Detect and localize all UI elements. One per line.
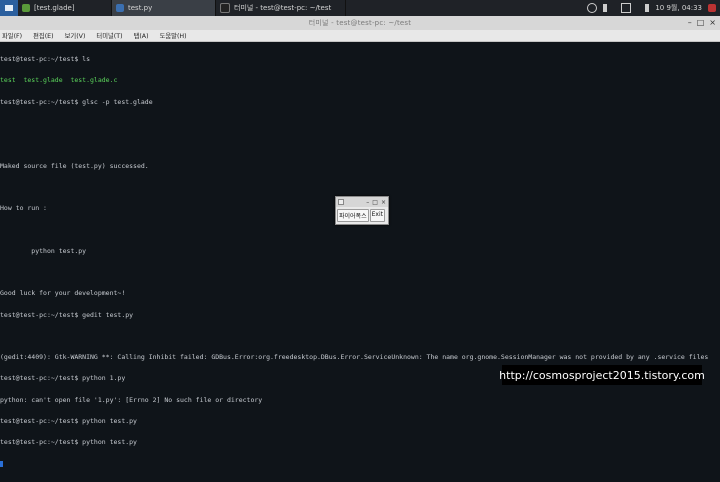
app-icon xyxy=(338,199,344,205)
watermark: http://cosmosproject2015.tistory.com xyxy=(499,365,705,385)
terminal-line: test@test-pc:~/test$ ls xyxy=(0,55,91,64)
battery-icon[interactable] xyxy=(621,3,632,13)
taskbar-item-terminal[interactable]: 터미널 - test@test-pc: ~/test xyxy=(216,0,346,16)
menu-edit[interactable]: 편집(E) xyxy=(33,31,53,40)
terminal-line: (gedit:4409): Gtk-WARNING **: Calling In… xyxy=(0,353,709,362)
applications-menu-button[interactable] xyxy=(0,0,18,16)
window-titlebar[interactable]: 터미널 - test@test-pc: ~/test – □ × xyxy=(0,16,720,30)
firefox-button[interactable]: 파이어폭스 xyxy=(337,209,369,222)
terminal-line: test@test-pc:~/test$ python test.py xyxy=(0,438,137,447)
terminal-cursor-line xyxy=(0,460,720,468)
taskbar-item-glade[interactable]: [test.glade] xyxy=(18,0,112,16)
taskbar-item-label: test.py xyxy=(128,4,153,12)
close-icon[interactable]: × xyxy=(381,199,386,206)
menu-terminal[interactable]: 터미널(T) xyxy=(96,31,122,40)
terminal-line: test@test-pc:~/test$ gedit test.py xyxy=(0,310,134,319)
taskbar-item-editor[interactable]: test.py xyxy=(112,0,216,16)
editor-icon xyxy=(116,4,124,12)
system-tray: 10 9월, 04:33 xyxy=(587,3,720,13)
top-panel: [test.glade] test.py 터미널 - test@test-pc:… xyxy=(0,0,720,17)
taskbar-item-label: 터미널 - test@test-pc: ~/test xyxy=(234,4,332,12)
terminal-line: test test.glade test.glade.c xyxy=(0,76,118,85)
terminal-line: test@test-pc:~/test$ python test.py xyxy=(0,416,137,425)
menu-icon xyxy=(5,5,13,11)
exit-button[interactable]: Exit xyxy=(369,209,385,222)
volume-icon[interactable] xyxy=(637,4,650,12)
network-icon[interactable] xyxy=(603,4,615,12)
terminal-line: python test.py xyxy=(0,246,87,255)
terminal-cursor xyxy=(0,460,3,467)
update-icon[interactable] xyxy=(587,3,598,13)
window-title: 터미널 - test@test-pc: ~/test xyxy=(308,19,412,27)
terminal-icon xyxy=(220,3,230,13)
app-window: – □ × 파이어폭스 Exit xyxy=(335,196,389,225)
maximize-icon[interactable]: □ xyxy=(697,18,705,27)
app-window-titlebar[interactable]: – □ × xyxy=(336,197,388,207)
power-icon[interactable] xyxy=(708,4,716,12)
menu-tabs[interactable]: 탭(A) xyxy=(134,31,149,40)
menu-help[interactable]: 도움말(H) xyxy=(160,31,187,40)
terminal-line: Good luck for your development~! xyxy=(0,289,126,298)
terminal-line: python: can't open file '1.py': [Errno 2… xyxy=(0,395,263,404)
menu-bar: 파일(F) 편집(E) 보기(V) 터미널(T) 탭(A) 도움말(H) xyxy=(0,30,720,42)
menu-view[interactable]: 보기(V) xyxy=(65,31,86,40)
glade-icon xyxy=(22,4,30,12)
terminal-line: test@test-pc:~/test$ glsc -p test.glade xyxy=(0,97,153,106)
clock[interactable]: 10 9월, 04:33 xyxy=(655,3,702,13)
maximize-icon[interactable]: □ xyxy=(372,199,378,206)
minimize-icon[interactable]: – xyxy=(366,199,369,206)
minimize-icon[interactable]: – xyxy=(688,18,692,27)
terminal-line: Maked source file (test.py) successed. xyxy=(0,161,149,170)
close-icon[interactable]: × xyxy=(709,18,716,27)
menu-file[interactable]: 파일(F) xyxy=(2,31,22,40)
taskbar-item-label: [test.glade] xyxy=(34,4,75,12)
